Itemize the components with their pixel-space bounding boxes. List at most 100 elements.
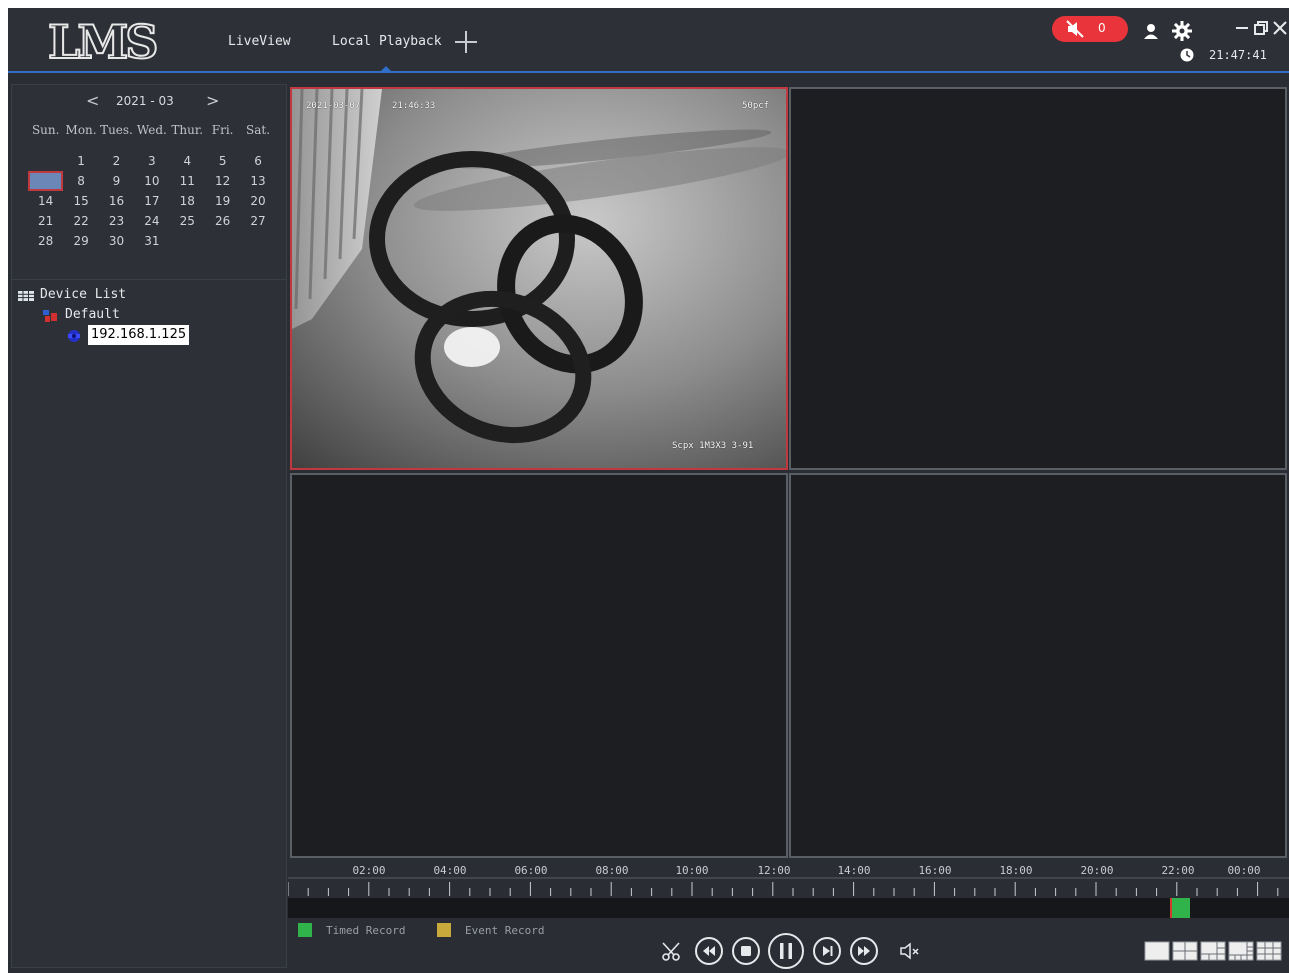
calendar-day [170,231,205,251]
calendar-week: 7 8 9 10 11 12 13 [28,171,276,191]
timeline-hour-label: 10:00 [675,864,709,877]
pause-icon[interactable] [767,932,805,970]
calendar-day [240,231,275,251]
timeline-hour-label: 20:00 [1080,864,1114,877]
weekday-label: Sat. [246,123,271,137]
calendar-day[interactable]: 22 [63,211,98,231]
timeline-hour-label: 04:00 [433,864,467,877]
calendar-day[interactable]: 27 [240,211,275,231]
calendar-day[interactable]: 10 [134,171,169,191]
gear-icon[interactable] [1171,20,1193,42]
video-pane-3[interactable] [290,473,788,858]
calendar-prev-button[interactable]: < [86,91,99,110]
timeline-hour-label: 06:00 [514,864,548,877]
calendar-day[interactable]: 3 [134,151,169,171]
calendar-day[interactable]: 4 [170,151,205,171]
calendar-day[interactable]: 30 [99,231,134,251]
calendar-month-title: 2021 - 03 [116,94,174,108]
calendar-day[interactable]: 21 [28,211,63,231]
tab-local-playback[interactable]: Local Playback [332,34,442,49]
weekday-label: Mon. [65,123,97,137]
timeline-hour-label: 00:00 [1227,864,1261,877]
calendar-day[interactable]: 23 [99,211,134,231]
osd-time: 21:46:33 [392,101,436,111]
weekday-label: Wed. [136,123,167,137]
timeline-hour-label: 02:00 [352,864,386,877]
tab-liveview[interactable]: LiveView [228,34,291,49]
calendar-day[interactable]: 18 [170,191,205,211]
calendar-day[interactable]: 8 [63,171,98,191]
calendar-day[interactable]: 13 [240,171,275,191]
calendar-day [205,231,240,251]
calendar-day[interactable]: 2 [99,151,134,171]
speaker-mute-icon[interactable] [898,940,922,962]
layout-6-icon[interactable] [1200,940,1226,962]
calendar-day[interactable]: 1 [63,151,98,171]
calendar-day[interactable]: 29 [63,231,98,251]
calendar-day[interactable]: 28 [28,231,63,251]
video-pane-2[interactable] [789,87,1287,470]
calendar-next-button[interactable]: > [206,91,219,110]
camera-device-icon [68,330,80,342]
event-record-swatch [437,923,451,937]
timed-record-swatch [298,923,312,937]
calendar-day[interactable]: 31 [134,231,169,251]
stop-icon[interactable] [731,936,761,966]
video-pane-1[interactable]: 2021-03-07 21:46:33 50pcf Scpx 1M3X3 3-9… [290,87,788,470]
osd-camera-name: Scpx 1M3X3 3-91 [672,441,754,451]
calendar-grid: 1 2 3 4 5 6 7 8 9 10 11 12 13 14 15 16 1… [28,151,276,251]
calendar-day[interactable]: 19 [205,191,240,211]
osd-resolution: 50pcf [742,101,770,111]
layout-4-icon[interactable] [1172,940,1198,962]
calendar-day[interactable]: 5 [205,151,240,171]
weekday-label: Thur. [171,123,204,137]
event-record-label: Event Record [465,924,545,937]
app-logo: LMS [47,15,159,69]
osd-date: 2021-03-07 [306,101,361,111]
restore-icon[interactable] [1253,20,1269,36]
timeline-hour-label: 18:00 [999,864,1033,877]
rewind-icon[interactable] [694,936,724,966]
clock-time: 21:47:41 [1209,48,1267,62]
calendar-day[interactable]: 25 [170,211,205,231]
device-group-label: Default [65,307,120,322]
layout-9-icon[interactable] [1256,940,1282,962]
layout-8-icon[interactable] [1228,940,1254,962]
calendar-day[interactable]: 12 [205,171,240,191]
calendar-day[interactable]: 16 [99,191,134,211]
scissors-icon[interactable] [660,940,682,962]
alarm-button[interactable]: 0 [1052,16,1128,42]
sidebar-divider [12,279,286,280]
timed-record-segment[interactable] [1172,898,1190,918]
video-pane-4[interactable] [789,473,1287,858]
playback-controls: Timed Record Event Record [288,918,1289,973]
weekday-label: Sun. [31,123,60,137]
calendar-day[interactable]: 14 [28,191,63,211]
device-list-icon [18,291,34,301]
calendar-day[interactable]: 20 [240,191,275,211]
fast-forward-icon[interactable] [849,936,879,966]
calendar-day[interactable]: 15 [63,191,98,211]
layout-1-icon[interactable] [1144,940,1170,962]
timeline-hour-label: 08:00 [595,864,629,877]
timeline-hour-label: 22:00 [1161,864,1195,877]
calendar-day[interactable]: 6 [240,151,275,171]
add-tab-button[interactable] [454,30,478,54]
calendar-day[interactable]: 17 [134,191,169,211]
step-forward-icon[interactable] [812,936,842,966]
playback-timeline[interactable]: 02:00 04:00 06:00 08:00 10:00 12:00 14:0… [288,860,1289,918]
calendar-day [28,151,63,171]
calendar-day[interactable]: 24 [134,211,169,231]
calendar-day-selected[interactable]: 7 [28,171,64,191]
user-icon[interactable] [1142,22,1160,40]
calendar-week: 28 29 30 31 [28,231,276,251]
calendar-day[interactable]: 11 [170,171,205,191]
calendar-day[interactable]: 26 [205,211,240,231]
calendar-day[interactable]: 9 [99,171,134,191]
header-divider [8,71,1289,73]
timeline-track[interactable] [288,898,1289,918]
minimize-icon[interactable] [1234,20,1250,36]
calendar-weekday-header: Sun. Mon. Tues. Wed. Thur. Fri. Sat. [28,123,276,137]
weekday-label: Fri. [211,123,234,137]
close-icon[interactable] [1272,20,1288,36]
